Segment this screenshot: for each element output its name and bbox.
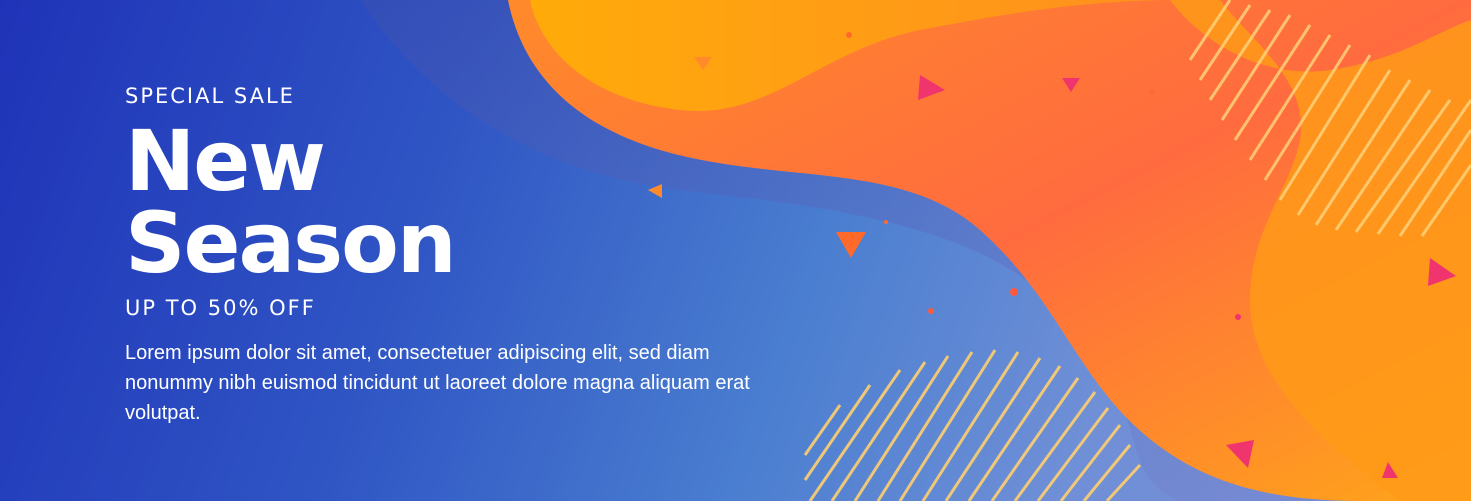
dot-5 <box>1235 314 1241 320</box>
body-text: Lorem ipsum dolor sit amet, consectetuer… <box>125 342 750 424</box>
eyebrow-text: SPECIAL SALE <box>125 84 295 108</box>
headline: New Season <box>125 112 765 292</box>
triangle-5 <box>836 232 866 258</box>
stripes-bottom <box>803 349 1142 501</box>
promo-copy: SPECIAL SALE New Season UP TO 50% OFF Lo… <box>125 82 765 428</box>
offer-text: UP TO 50% OFF <box>125 296 316 320</box>
dot-4 <box>928 308 934 314</box>
headline-line-1: New <box>125 112 326 210</box>
sale-banner: SPECIAL SALE New Season UP TO 50% OFF Lo… <box>0 0 1471 501</box>
dot-2 <box>1149 89 1155 95</box>
dot-3 <box>1010 288 1018 296</box>
headline-line-2: Season <box>125 194 457 292</box>
dot-6 <box>884 220 888 224</box>
dot-1 <box>846 32 852 38</box>
